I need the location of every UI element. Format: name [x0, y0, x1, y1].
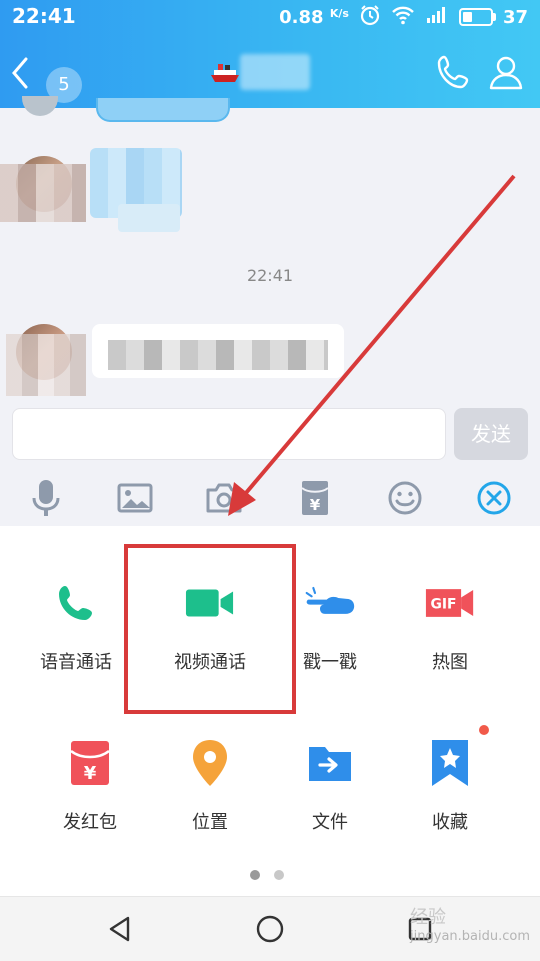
- system-navigation-bar: 经验 jingyan.baidu.com: [0, 896, 540, 961]
- page-dot-1[interactable]: [250, 870, 260, 880]
- red-envelope-icon: ¥: [65, 738, 115, 788]
- page-dot-2[interactable]: [274, 870, 284, 880]
- close-icon[interactable]: [472, 476, 516, 520]
- wifi-icon: [391, 5, 415, 30]
- red-envelope-label: 发红包: [63, 812, 117, 833]
- favorites-label: 收藏: [432, 812, 468, 833]
- avatar[interactable]: [22, 96, 58, 116]
- file-item[interactable]: 文件: [270, 738, 390, 868]
- folder-icon: [305, 738, 355, 788]
- message-input[interactable]: [12, 408, 446, 460]
- message-timestamp: 22:41: [246, 266, 294, 285]
- svg-text:¥: ¥: [84, 763, 97, 784]
- camera-icon[interactable]: [202, 476, 246, 520]
- chevron-left-icon: [12, 57, 28, 89]
- location-item[interactable]: 位置: [150, 738, 270, 868]
- red-packet-icon[interactable]: ¥: [293, 476, 337, 520]
- file-label: 文件: [312, 812, 348, 833]
- svg-text:¥: ¥: [310, 496, 321, 514]
- phone-call-icon[interactable]: [434, 52, 474, 92]
- page-indicator: [250, 870, 284, 880]
- contact-profile-icon[interactable]: [486, 52, 526, 92]
- chat-header: 22:41 0.88 K/s 37 5: [0, 0, 540, 108]
- watermark: 经验 jingyan.baidu.com: [410, 907, 530, 944]
- blurred-message-text: [108, 340, 328, 370]
- favorites-item[interactable]: 收藏: [390, 738, 510, 868]
- new-dot-badge: [479, 725, 489, 735]
- status-right: 0.88 K/s 37: [279, 4, 528, 30]
- back-triangle-icon[interactable]: [104, 913, 136, 945]
- voice-call-item[interactable]: 语音通话: [16, 578, 136, 708]
- alarm-icon: [359, 4, 381, 31]
- location-pin-icon: [185, 738, 235, 788]
- message-list[interactable]: 22:41: [0, 96, 540, 402]
- red-envelope-item[interactable]: ¥ 发红包: [30, 738, 150, 868]
- network-speed: 0.88 K/s: [279, 6, 349, 28]
- location-label: 位置: [192, 812, 228, 833]
- gif-icon: GIF: [425, 578, 475, 628]
- send-button[interactable]: 发送: [454, 408, 528, 460]
- battery-level: 37: [502, 6, 528, 28]
- battery-icon: [458, 8, 496, 26]
- input-toolbar: ¥: [0, 468, 540, 526]
- blurred-contact-name: [240, 54, 310, 90]
- poke-hand-icon: [305, 578, 355, 628]
- image-icon[interactable]: [113, 476, 157, 520]
- svg-text:GIF: GIF: [431, 597, 457, 613]
- composer: 发送: [0, 402, 540, 468]
- chat-title: [210, 54, 310, 90]
- phone-icon: [51, 578, 101, 628]
- blurred-area: [0, 164, 86, 222]
- hot-image-item[interactable]: GIF 热图: [390, 578, 510, 708]
- signal-4g-icon: [425, 5, 449, 30]
- blurred-area: [6, 334, 86, 396]
- status-time: 22:41: [12, 4, 76, 28]
- status-bar: 22:41 0.88 K/s 37: [0, 0, 540, 34]
- ship-icon: [211, 64, 239, 82]
- microphone-icon[interactable]: [24, 476, 68, 520]
- message-bubble[interactable]: [92, 324, 344, 378]
- hot-image-label: 热图: [432, 652, 468, 673]
- navigation-bar: 5: [0, 40, 540, 106]
- highlight-box: [124, 544, 296, 714]
- back-button[interactable]: 5: [10, 53, 82, 103]
- message-bubble-tail: [118, 204, 180, 232]
- bookmark-star-icon: [425, 738, 475, 788]
- emoji-icon[interactable]: [383, 476, 427, 520]
- message-bubble[interactable]: [96, 98, 230, 122]
- home-circle-icon[interactable]: [254, 913, 286, 945]
- voice-call-label: 语音通话: [40, 652, 112, 673]
